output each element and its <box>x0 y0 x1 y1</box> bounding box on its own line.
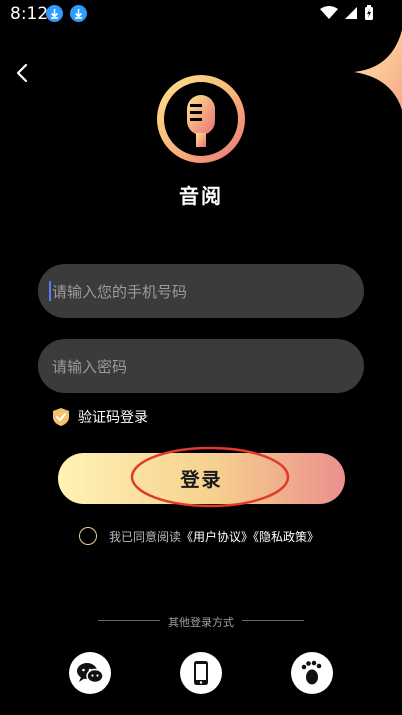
wifi-icon <box>320 6 338 19</box>
download-icon <box>46 5 63 22</box>
footprint-login-button[interactable] <box>291 652 333 694</box>
user-agreement-link[interactable]: 《用户协议》 <box>181 530 253 544</box>
password-input-container <box>38 339 364 395</box>
wechat-icon <box>77 663 104 684</box>
chevron-left-icon <box>16 63 28 83</box>
microphone-icon <box>187 95 215 147</box>
back-button[interactable] <box>10 60 36 86</box>
sms-login-option[interactable]: 验证码登录 <box>52 407 148 427</box>
agreement-row: 我已同意阅读《用户协议》《隐私政策》 <box>79 526 319 545</box>
download-icon <box>70 5 87 22</box>
status-time: 8:12 <box>10 4 49 24</box>
other-login-title: 其他登录方式 <box>168 616 234 629</box>
sms-login-label: 验证码登录 <box>78 410 148 426</box>
password-input[interactable] <box>50 339 354 395</box>
app-logo <box>157 75 245 163</box>
agreement-checkbox[interactable] <box>79 526 97 545</box>
phone-icon <box>194 661 208 685</box>
phone-input-container <box>38 264 364 320</box>
app-name: 音阅 <box>179 184 223 208</box>
battery-icon <box>365 5 373 20</box>
shield-check-icon <box>53 408 69 426</box>
annotation-circle <box>130 446 290 508</box>
corner-decoration <box>354 30 402 110</box>
privacy-policy-link[interactable]: 《隐私政策》 <box>253 530 319 544</box>
agreement-prefix: 我已同意阅读 <box>109 530 182 544</box>
phone-login-button[interactable] <box>180 652 222 694</box>
phone-input[interactable] <box>50 264 354 320</box>
status-icons <box>320 5 374 21</box>
signal-icon <box>345 7 357 19</box>
wechat-login-button[interactable] <box>69 652 111 694</box>
divider-right <box>242 620 304 621</box>
footprint-icon <box>301 660 322 685</box>
